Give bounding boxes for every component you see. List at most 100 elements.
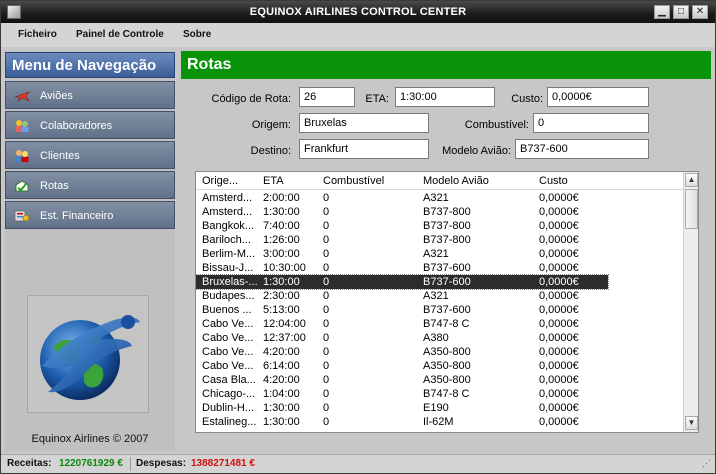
column-header-combustivel[interactable]: Combustível xyxy=(323,175,413,187)
table-row[interactable]: Cabo Ve... 6:14:00 0 A350-800 0,0000€ xyxy=(196,359,684,373)
table-cell: 0 xyxy=(323,290,330,302)
table-cell: 0 xyxy=(323,416,330,428)
routes-icon xyxy=(15,180,29,192)
table-row[interactable]: Dublin-H... 1:30:00 0 E190 0,0000€ xyxy=(196,401,684,415)
table-row[interactable]: Amsterd... 1:30:00 0 B737-800 0,0000€ xyxy=(196,205,684,219)
table-cell: A350-800 xyxy=(423,346,471,358)
table-cell: 2:00:00 xyxy=(263,192,300,204)
table-cell: 0,0000€ xyxy=(539,192,579,204)
sidebar-item-avioes[interactable]: Aviões xyxy=(5,81,175,109)
sidebar-item-label: Rotas xyxy=(40,180,69,192)
finance-icon xyxy=(14,210,30,222)
table-row[interactable]: Cabo Ve... 12:04:00 0 B747-8 C 0,0000€ xyxy=(196,317,684,331)
vertical-scrollbar[interactable]: ▲ ▼ xyxy=(683,172,698,432)
sidebar-item-clientes[interactable]: Clientes xyxy=(5,141,175,169)
table-cell: Cabo Ve... xyxy=(202,346,254,358)
table-cell: 0,0000€ xyxy=(539,318,579,330)
copyright-text: Equinox Airlines © 2007 xyxy=(31,433,149,445)
custo-label: Custo: xyxy=(511,93,543,105)
combustivel-label: Combustível: xyxy=(464,119,529,131)
column-header-modelo[interactable]: Modelo Avião xyxy=(423,175,523,187)
equinox-globe-logo xyxy=(40,315,140,400)
people-icon xyxy=(15,120,29,132)
table-cell: 0,0000€ xyxy=(539,262,579,274)
combustivel-field[interactable] xyxy=(533,113,649,133)
routes-list[interactable]: Orige... ETA Combustível Modelo Avião Cu… xyxy=(195,171,699,433)
table-row[interactable]: Cabo Ve... 4:20:00 0 A350-800 0,0000€ xyxy=(196,345,684,359)
table-row[interactable]: Buenos ... 5:13:00 0 B737-600 0,0000€ xyxy=(196,303,684,317)
close-button[interactable]: ✕ xyxy=(692,5,708,19)
sidebar-item-rotas[interactable]: Rotas xyxy=(5,171,175,199)
column-header-eta[interactable]: ETA xyxy=(263,175,319,187)
table-row[interactable]: Cabo Ve... 12:37:00 0 A380 0,0000€ xyxy=(196,331,684,345)
column-header-origem[interactable]: Orige... xyxy=(202,175,258,187)
table-cell: 0,0000€ xyxy=(539,346,579,358)
table-cell: 0 xyxy=(323,262,330,274)
table-cell: Cabo Ve... xyxy=(202,360,254,372)
table-row[interactable]: Bangkok... 7:40:00 0 B737-800 0,0000€ xyxy=(196,219,684,233)
resize-grip-icon[interactable]: ⋰ xyxy=(702,458,712,470)
menu-bar: Ficheiro Painel de Controle Sobre xyxy=(1,23,715,47)
maximize-button[interactable]: □ xyxy=(673,5,689,19)
table-cell: 0,0000€ xyxy=(539,234,579,246)
table-cell: 0 xyxy=(323,388,330,400)
table-cell: 7:40:00 xyxy=(263,220,300,232)
scroll-up-button[interactable]: ▲ xyxy=(685,173,698,187)
eta-field[interactable] xyxy=(395,87,495,107)
origem-field[interactable] xyxy=(299,113,429,133)
sidebar-item-est-financeiro[interactable]: Est. Financeiro xyxy=(5,201,175,229)
table-cell: 0 xyxy=(323,374,330,386)
table-cell: Dublin-H... xyxy=(202,402,254,414)
table-row[interactable]: Bariloch... 1:26:00 0 B737-800 0,0000€ xyxy=(196,233,684,247)
table-cell: B747-8 C xyxy=(423,388,470,400)
page-title: Rotas xyxy=(181,51,711,79)
scroll-thumb[interactable] xyxy=(685,189,698,229)
table-cell: Bangkok... xyxy=(202,220,254,232)
table-cell: E190 xyxy=(423,402,449,414)
column-header-custo[interactable]: Custo xyxy=(539,175,609,187)
receitas-label: Receitas: xyxy=(7,458,52,469)
table-cell: 0 xyxy=(323,220,330,232)
origem-label: Origem: xyxy=(251,119,291,131)
table-cell: Bariloch... xyxy=(202,234,251,246)
app-window: EQUINOX AIRLINES CONTROL CENTER ▁ □ ✕ Fi… xyxy=(0,0,716,474)
table-cell: 1:26:00 xyxy=(263,234,300,246)
modelo-aviao-field[interactable] xyxy=(515,139,649,159)
sidebar-item-label: Colaboradores xyxy=(40,120,113,132)
table-cell: 12:04:00 xyxy=(263,318,306,330)
title-bar[interactable]: EQUINOX AIRLINES CONTROL CENTER ▁ □ ✕ xyxy=(1,1,715,23)
table-row[interactable]: Bruxelas-... 1:30:00 0 B737-600 0,0000€ xyxy=(196,274,609,290)
table-cell: 0,0000€ xyxy=(539,220,579,232)
list-body: Amsterd... 2:00:00 0 A321 0,0000€ Amsterd... 1… xyxy=(196,191,684,429)
sidebar-item-colaboradores[interactable]: Colaboradores xyxy=(5,111,175,139)
table-cell: Estalineg... xyxy=(202,416,257,428)
table-row[interactable]: Bissau-J... 10:30:00 0 B737-600 0,0000€ xyxy=(196,261,684,275)
status-bar: Receitas: 1220761929 € Despesas: 1388271… xyxy=(1,454,715,473)
table-row[interactable]: Estalineg... 1:30:00 0 Il-62M 0,0000€ xyxy=(196,415,684,429)
table-cell: 1:30:00 xyxy=(263,416,300,428)
window-title: EQUINOX AIRLINES CONTROL CENTER xyxy=(249,6,467,18)
table-cell: 0,0000€ xyxy=(539,416,579,428)
custo-field[interactable] xyxy=(547,87,649,107)
menu-sobre[interactable]: Sobre xyxy=(183,29,211,40)
scroll-down-button[interactable]: ▼ xyxy=(685,416,698,430)
destino-label: Destino: xyxy=(250,145,291,157)
table-row[interactable]: Budapes... 2:30:00 0 A321 0,0000€ xyxy=(196,289,684,303)
table-cell: 6:14:00 xyxy=(263,360,300,372)
table-cell: 0,0000€ xyxy=(539,360,579,372)
table-row[interactable]: Berlim-M... 3:00:00 0 A321 0,0000€ xyxy=(196,247,684,261)
table-cell: Cabo Ve... xyxy=(202,318,254,330)
menu-painel-de-controle[interactable]: Painel de Controle xyxy=(76,29,164,40)
despesas-label: Despesas: xyxy=(136,458,187,469)
table-cell: 0,0000€ xyxy=(539,374,579,386)
sidebar-item-label: Aviões xyxy=(40,90,73,102)
table-cell: 0,0000€ xyxy=(539,402,579,414)
menu-ficheiro[interactable]: Ficheiro xyxy=(18,29,57,40)
minimize-button[interactable]: ▁ xyxy=(654,5,670,19)
table-row[interactable]: Chicago-... 1:04:00 0 B747-8 C 0,0000€ xyxy=(196,387,684,401)
destino-field[interactable] xyxy=(299,139,429,159)
table-cell: 0,0000€ xyxy=(539,332,579,344)
table-row[interactable]: Amsterd... 2:00:00 0 A321 0,0000€ xyxy=(196,191,684,205)
table-row[interactable]: Casa Bla... 4:20:00 0 A350-800 0,0000€ xyxy=(196,373,684,387)
codigo-rota-field[interactable] xyxy=(299,87,355,107)
